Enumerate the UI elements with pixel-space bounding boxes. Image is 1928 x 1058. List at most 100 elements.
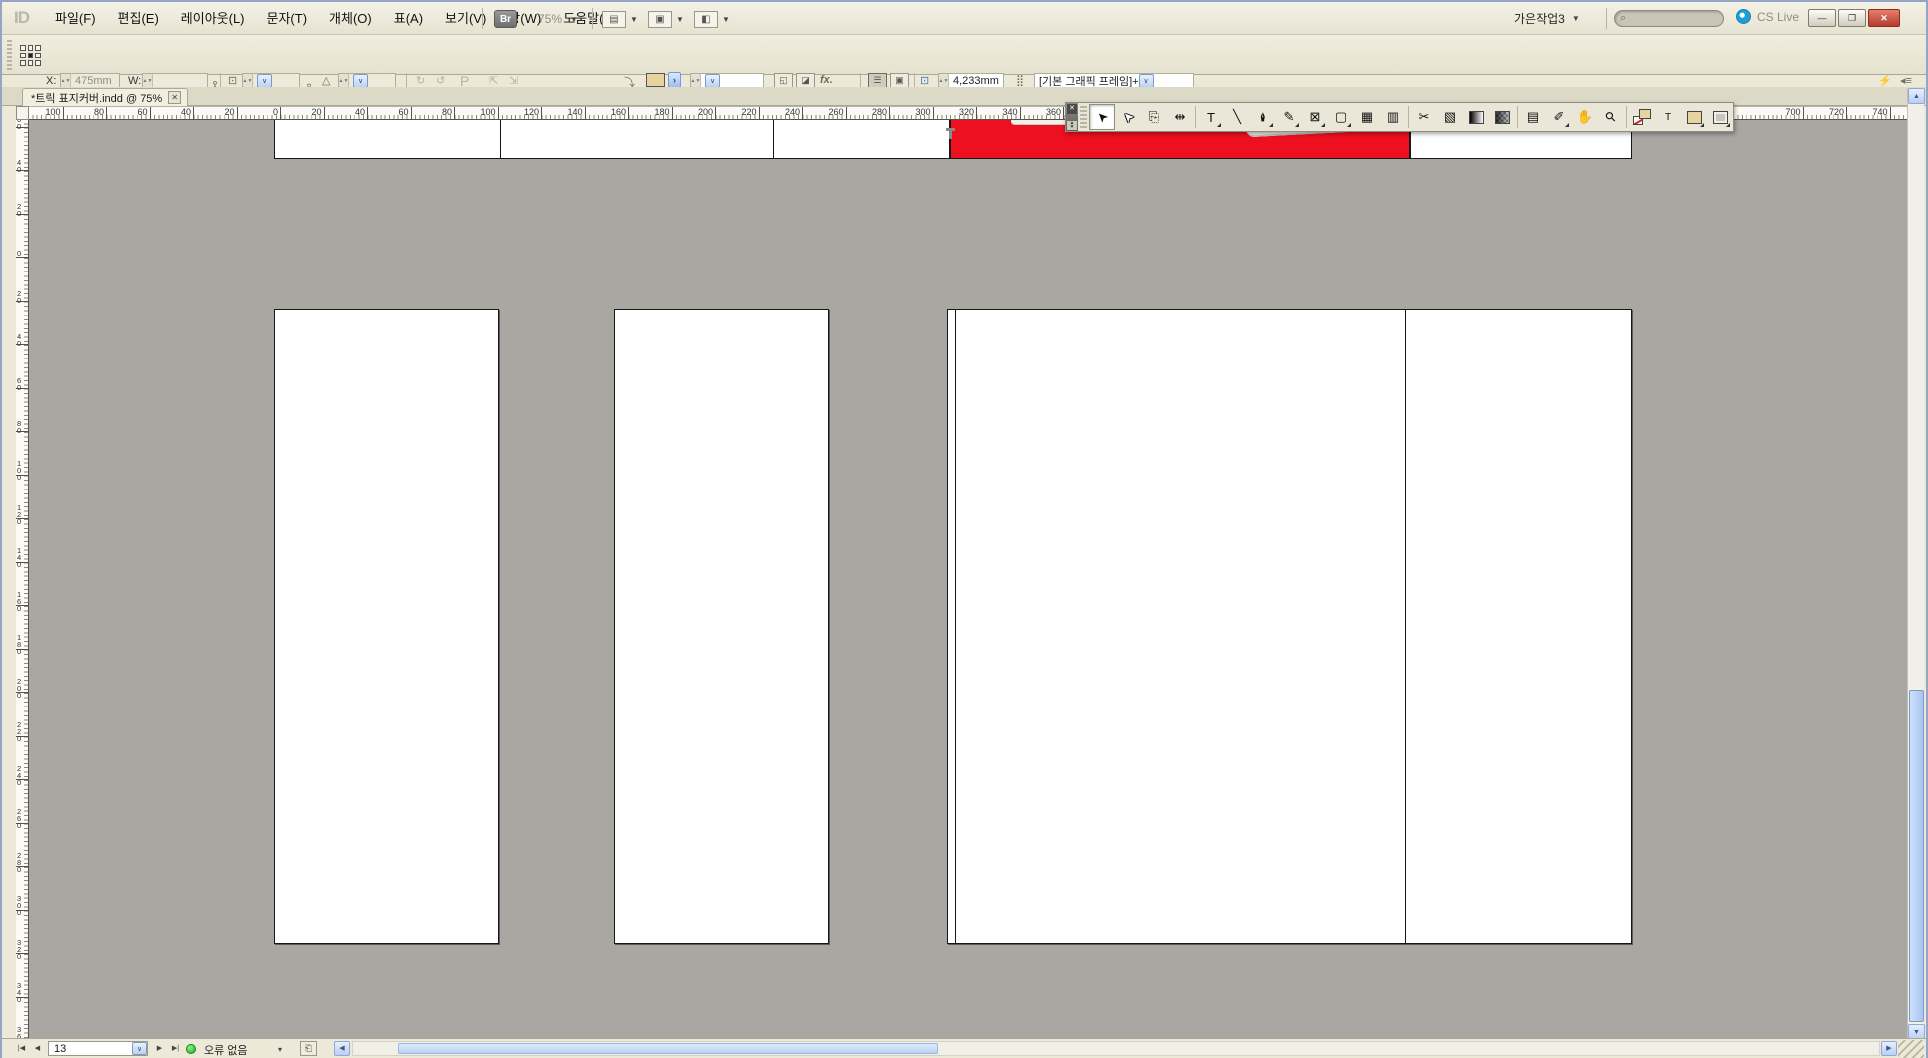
- close-icon[interactable]: ✕: [1067, 104, 1077, 114]
- eyedropper-tool[interactable]: ✐: [1546, 104, 1572, 130]
- menu-item-0[interactable]: 파일(F): [44, 2, 107, 35]
- free-transform-tool[interactable]: ▧: [1437, 104, 1463, 130]
- frame-fitting-icon[interactable]: ⊡: [920, 74, 929, 87]
- spinner-icon[interactable]: ▲▼: [61, 74, 71, 88]
- screen-mode-dropdown[interactable]: ▣ ▼: [648, 9, 684, 29]
- ruler-label: 1 6 0: [17, 591, 21, 612]
- document-page[interactable]: [614, 309, 829, 944]
- horizontal-grid-tool[interactable]: ▦: [1354, 104, 1380, 130]
- stroke-panel-button[interactable]: [1707, 104, 1733, 130]
- menu-item-3[interactable]: 문자(T): [256, 2, 319, 35]
- pasteboard-canvas[interactable]: [29, 120, 1907, 1038]
- vertical-grid-tool[interactable]: ▥: [1380, 104, 1406, 130]
- dropdown-icon[interactable]: ∨: [353, 74, 368, 88]
- line-tool[interactable]: ╲: [1224, 104, 1250, 130]
- menu-item-1[interactable]: 편집(E): [107, 2, 170, 35]
- wrap-bounding-box-button[interactable]: ▣: [890, 73, 909, 88]
- dropdown-icon[interactable]: ∨: [1139, 74, 1154, 88]
- vertical-scrollbar[interactable]: ▲ ▼: [1907, 88, 1924, 1040]
- expand-panel-icon[interactable]: ▲▼: [1067, 121, 1077, 130]
- gradient-feather-tool[interactable]: [1489, 104, 1515, 130]
- wrap-none-button[interactable]: ☰: [868, 73, 887, 88]
- vertical-scroll-thumb[interactable]: [1909, 690, 1924, 1022]
- first-page-button[interactable]: |◀: [14, 1041, 29, 1056]
- ruler-label: 100: [480, 107, 497, 117]
- chevron-down-icon: ▼: [722, 15, 730, 24]
- menu-item-4[interactable]: 개체(O): [318, 2, 383, 35]
- gradient-swatch-tool[interactable]: [1463, 104, 1489, 130]
- page-number-dropdown[interactable]: 13 ∨: [48, 1041, 148, 1056]
- spinner-icon[interactable]: ▲▼: [939, 74, 949, 88]
- dropdown-icon[interactable]: ∨: [132, 1042, 147, 1055]
- close-button[interactable]: ✕: [1868, 9, 1900, 27]
- vertical-ruler[interactable]: 6 04 02 002 04 06 08 01 0 01 2 01 4 01 6…: [16, 120, 29, 1038]
- fill-dropdown-arrow[interactable]: ›: [668, 72, 681, 88]
- quick-apply-icon[interactable]: ⚡: [1878, 74, 1892, 87]
- restore-button[interactable]: ❐: [1838, 9, 1866, 27]
- scroll-left-icon[interactable]: ◀: [334, 1041, 350, 1056]
- last-page-button[interactable]: ▶|: [168, 1041, 183, 1056]
- page-tool[interactable]: ⎘: [1141, 104, 1167, 130]
- fill-color-swatch[interactable]: [646, 73, 665, 87]
- previous-page-button[interactable]: ◀: [30, 1041, 45, 1056]
- menu-item-2[interactable]: 레이아웃(L): [170, 2, 256, 35]
- workspace-switcher[interactable]: 가은작업3 ▼: [1514, 2, 1580, 35]
- pen-tool[interactable]: ✒: [1250, 104, 1276, 130]
- select-container-icon[interactable]: ⇱: [489, 74, 498, 87]
- resize-grip[interactable]: [1898, 1040, 1924, 1058]
- preflight-menu-icon[interactable]: ▾: [278, 1045, 282, 1054]
- ruler-origin-corner[interactable]: [16, 106, 29, 120]
- menu-item-5[interactable]: 표(A): [383, 2, 434, 35]
- close-tab-icon[interactable]: ✕: [168, 91, 181, 104]
- spinner-icon[interactable]: ▲▼: [143, 74, 153, 88]
- panel-menu-icon[interactable]: ◂≡: [1900, 74, 1912, 87]
- cs-live[interactable]: CS Live: [1736, 9, 1799, 24]
- rotate-ccw-icon[interactable]: ↺: [436, 74, 445, 87]
- effects-fx-button[interactable]: fx.: [820, 74, 833, 86]
- pencil-tool[interactable]: ✎: [1276, 104, 1302, 130]
- scroll-up-icon[interactable]: ▲: [1908, 88, 1925, 104]
- menu-item-6[interactable]: 보기(V): [434, 2, 497, 35]
- scissors-tool[interactable]: ✂: [1411, 104, 1437, 130]
- zoom-tool[interactable]: ⚲: [1598, 104, 1624, 130]
- horizontal-scroll-thumb[interactable]: [398, 1043, 938, 1054]
- spinner-icon[interactable]: ▲▼: [243, 74, 253, 88]
- dropdown-icon[interactable]: ∨: [705, 74, 720, 88]
- panel-grip[interactable]: [7, 40, 12, 70]
- frame-tool[interactable]: ⊠: [1302, 104, 1328, 130]
- bridge-button[interactable]: Br: [494, 10, 517, 28]
- tools-panel-grip[interactable]: [1080, 106, 1087, 128]
- dropdown-icon[interactable]: ∨: [257, 74, 272, 88]
- preflight-panel-icon[interactable]: ⎗: [300, 1041, 317, 1056]
- document-tab[interactable]: *트릭 표지커버.indd @ 75% ✕: [22, 88, 188, 106]
- view-options-dropdown[interactable]: ▤ ▼: [602, 9, 638, 29]
- horizontal-scrollbar[interactable]: [352, 1041, 1880, 1056]
- spinner-icon[interactable]: ▲▼: [339, 74, 349, 88]
- next-page-button[interactable]: ▶: [152, 1041, 167, 1056]
- minimize-button[interactable]: —: [1808, 9, 1836, 27]
- reference-point-proxy[interactable]: [20, 45, 41, 66]
- rotate-cw-icon[interactable]: ↻: [416, 74, 425, 87]
- scroll-right-icon[interactable]: ▶: [1881, 1041, 1897, 1056]
- fill-color-button[interactable]: [1681, 104, 1707, 130]
- spinner-icon[interactable]: ▲▼: [691, 74, 701, 88]
- document-page[interactable]: [274, 120, 950, 159]
- arrange-documents-dropdown[interactable]: ◧ ▼: [694, 9, 730, 29]
- gap-tool[interactable]: ⇹: [1167, 104, 1193, 130]
- selection-tool[interactable]: ➤: [1089, 104, 1115, 130]
- drop-shadow-icon[interactable]: ◪: [796, 73, 815, 88]
- type-tool[interactable]: T: [1198, 104, 1224, 130]
- document-page[interactable]: [947, 309, 1632, 944]
- search-input[interactable]: ⌕: [1614, 10, 1724, 27]
- fill-stroke-proxy[interactable]: [1629, 104, 1655, 130]
- note-tool[interactable]: ▤: [1520, 104, 1546, 130]
- document-page[interactable]: [274, 309, 499, 944]
- zoom-level-dropdown[interactable]: 75% ▼: [532, 10, 584, 28]
- formatting-affects-text[interactable]: T: [1655, 104, 1681, 130]
- direct-selection-tool[interactable]: ➤: [1115, 104, 1141, 130]
- page-divider-line: [500, 120, 501, 158]
- select-content-icon[interactable]: ⇲: [509, 74, 518, 87]
- corner-effect-icon[interactable]: ◱: [774, 73, 793, 88]
- rectangle-tool[interactable]: ▢: [1328, 104, 1354, 130]
- hand-tool[interactable]: ✋: [1572, 104, 1598, 130]
